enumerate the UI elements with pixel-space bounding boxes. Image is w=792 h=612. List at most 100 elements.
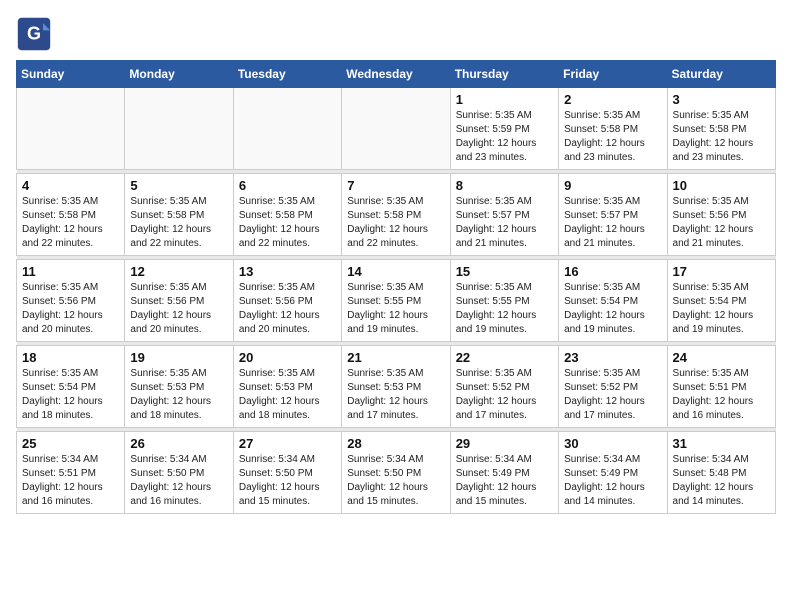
calendar-day-cell: 19 Sunrise: 5:35 AMSunset: 5:53 PMDayligh… [125, 346, 233, 428]
day-info: Sunrise: 5:34 AMSunset: 5:50 PMDaylight:… [130, 453, 227, 509]
day-number: 25 [22, 436, 119, 451]
day-number: 31 [673, 436, 770, 451]
col-header-thursday: Thursday [450, 61, 558, 88]
day-number: 18 [22, 350, 119, 365]
day-info: Sunrise: 5:35 AMSunset: 5:56 PMDaylight:… [22, 281, 119, 337]
calendar-day-cell: 10 Sunrise: 5:35 AMSunset: 5:56 PMDayligh… [667, 174, 775, 256]
day-info: Sunrise: 5:35 AMSunset: 5:51 PMDaylight:… [673, 367, 770, 423]
calendar-day-cell: 26Sunrise: 5:34 AMSunset: 5:50 PMDayligh… [125, 432, 233, 514]
day-number: 28 [347, 436, 444, 451]
day-info: Sunrise: 5:35 AMSunset: 5:56 PMDaylight:… [130, 281, 227, 337]
calendar-day-cell: 9Sunrise: 5:35 AMSunset: 5:57 PMDaylight… [559, 174, 667, 256]
day-info: Sunrise: 5:35 AMSunset: 5:53 PMDaylight:… [130, 367, 227, 423]
day-number: 29 [456, 436, 553, 451]
day-number: 30 [564, 436, 661, 451]
day-number: 6 [239, 178, 336, 193]
calendar-day-cell: 13 Sunrise: 5:35 AMSunset: 5:56 PMDayligh… [233, 260, 341, 342]
day-number: 16 [564, 264, 661, 279]
calendar-day-cell: 30 Sunrise: 5:34 AMSunset: 5:49 PMDayligh… [559, 432, 667, 514]
day-number: 23 [564, 350, 661, 365]
day-info: Sunrise: 5:35 AMSunset: 5:58 PMDaylight:… [130, 195, 227, 251]
calendar-week-row: 18 Sunrise: 5:35 AMSunset: 5:54 PMDayligh… [17, 346, 776, 428]
day-info: Sunrise: 5:35 AMSunset: 5:54 PMDaylight:… [22, 367, 119, 423]
day-number: 4 [22, 178, 119, 193]
day-info: Sunrise: 5:34 AMSunset: 5:51 PMDaylight:… [22, 453, 119, 509]
day-info: Sunrise: 5:35 AMSunset: 5:57 PMDaylight:… [456, 195, 553, 251]
calendar-week-row: 1Sunrise: 5:35 AMSunset: 5:59 PMDaylight… [17, 88, 776, 170]
calendar-day-cell: 15 Sunrise: 5:35 AMSunset: 5:55 PMDayligh… [450, 260, 558, 342]
day-info: Sunrise: 5:34 AMSunset: 5:48 PMDaylight:… [673, 453, 770, 509]
day-number: 12 [130, 264, 227, 279]
calendar-day-cell: 16 Sunrise: 5:35 AMSunset: 5:54 PMDayligh… [559, 260, 667, 342]
day-number: 14 [347, 264, 444, 279]
calendar-day-cell: 1Sunrise: 5:35 AMSunset: 5:59 PMDaylight… [450, 88, 558, 170]
col-header-tuesday: Tuesday [233, 61, 341, 88]
day-number: 17 [673, 264, 770, 279]
day-number: 13 [239, 264, 336, 279]
calendar-day-cell: 21Sunrise: 5:35 AMSunset: 5:53 PMDayligh… [342, 346, 450, 428]
day-info: Sunrise: 5:35 AMSunset: 5:54 PMDaylight:… [673, 281, 770, 337]
day-info: Sunrise: 5:35 AMSunset: 5:58 PMDaylight:… [22, 195, 119, 251]
day-info: Sunrise: 5:35 AMSunset: 5:58 PMDaylight:… [347, 195, 444, 251]
calendar-day-cell: 31 Sunrise: 5:34 AMSunset: 5:48 PMDayligh… [667, 432, 775, 514]
calendar-day-cell [125, 88, 233, 170]
calendar-day-cell: 17 Sunrise: 5:35 AMSunset: 5:54 PMDayligh… [667, 260, 775, 342]
day-info: Sunrise: 5:35 AMSunset: 5:58 PMDaylight:… [564, 109, 661, 165]
calendar-day-cell [233, 88, 341, 170]
calendar-day-cell: 4 Sunrise: 5:35 AMSunset: 5:58 PMDaylight… [17, 174, 125, 256]
calendar-header-row: SundayMondayTuesdayWednesdayThursdayFrid… [17, 61, 776, 88]
day-number: 24 [673, 350, 770, 365]
calendar-week-row: 4 Sunrise: 5:35 AMSunset: 5:58 PMDaylight… [17, 174, 776, 256]
calendar-day-cell: 8 Sunrise: 5:35 AMSunset: 5:57 PMDaylight… [450, 174, 558, 256]
col-header-friday: Friday [559, 61, 667, 88]
day-info: Sunrise: 5:35 AMSunset: 5:56 PMDaylight:… [673, 195, 770, 251]
calendar-day-cell: 14 Sunrise: 5:35 AMSunset: 5:55 PMDayligh… [342, 260, 450, 342]
calendar-day-cell: 5 Sunrise: 5:35 AMSunset: 5:58 PMDaylight… [125, 174, 233, 256]
day-info: Sunrise: 5:35 AMSunset: 5:55 PMDaylight:… [456, 281, 553, 337]
day-number: 2 [564, 92, 661, 107]
col-header-sunday: Sunday [17, 61, 125, 88]
day-info: Sunrise: 5:35 AMSunset: 5:53 PMDaylight:… [239, 367, 336, 423]
day-number: 19 [130, 350, 227, 365]
day-number: 10 [673, 178, 770, 193]
calendar-day-cell: 20 Sunrise: 5:35 AMSunset: 5:53 PMDayligh… [233, 346, 341, 428]
calendar-day-cell [342, 88, 450, 170]
calendar-day-cell: 7 Sunrise: 5:35 AMSunset: 5:58 PMDaylight… [342, 174, 450, 256]
page-header: G [16, 16, 776, 52]
calendar-table: SundayMondayTuesdayWednesdayThursdayFrid… [16, 60, 776, 514]
day-number: 21 [347, 350, 444, 365]
logo: G [16, 16, 56, 52]
day-info: Sunrise: 5:35 AMSunset: 5:58 PMDaylight:… [239, 195, 336, 251]
day-number: 5 [130, 178, 227, 193]
day-info: Sunrise: 5:35 AMSunset: 5:55 PMDaylight:… [347, 281, 444, 337]
day-info: Sunrise: 5:34 AMSunset: 5:49 PMDaylight:… [564, 453, 661, 509]
calendar-day-cell: 18 Sunrise: 5:35 AMSunset: 5:54 PMDayligh… [17, 346, 125, 428]
day-number: 22 [456, 350, 553, 365]
calendar-day-cell: 28Sunrise: 5:34 AMSunset: 5:50 PMDayligh… [342, 432, 450, 514]
day-number: 27 [239, 436, 336, 451]
logo-icon: G [16, 16, 52, 52]
day-info: Sunrise: 5:35 AMSunset: 5:52 PMDaylight:… [456, 367, 553, 423]
day-info: Sunrise: 5:34 AMSunset: 5:49 PMDaylight:… [456, 453, 553, 509]
day-info: Sunrise: 5:35 AMSunset: 5:57 PMDaylight:… [564, 195, 661, 251]
calendar-day-cell: 6 Sunrise: 5:35 AMSunset: 5:58 PMDaylight… [233, 174, 341, 256]
day-info: Sunrise: 5:35 AMSunset: 5:56 PMDaylight:… [239, 281, 336, 337]
calendar-day-cell: 24 Sunrise: 5:35 AMSunset: 5:51 PMDayligh… [667, 346, 775, 428]
day-number: 7 [347, 178, 444, 193]
col-header-wednesday: Wednesday [342, 61, 450, 88]
day-number: 15 [456, 264, 553, 279]
svg-text:G: G [27, 23, 41, 43]
day-number: 8 [456, 178, 553, 193]
day-info: Sunrise: 5:35 AMSunset: 5:52 PMDaylight:… [564, 367, 661, 423]
calendar-week-row: 11Sunrise: 5:35 AMSunset: 5:56 PMDayligh… [17, 260, 776, 342]
day-info: Sunrise: 5:35 AMSunset: 5:58 PMDaylight:… [673, 109, 770, 165]
day-number: 3 [673, 92, 770, 107]
calendar-day-cell: 23 Sunrise: 5:35 AMSunset: 5:52 PMDayligh… [559, 346, 667, 428]
day-info: Sunrise: 5:35 AMSunset: 5:54 PMDaylight:… [564, 281, 661, 337]
day-number: 1 [456, 92, 553, 107]
day-info: Sunrise: 5:34 AMSunset: 5:50 PMDaylight:… [239, 453, 336, 509]
day-number: 20 [239, 350, 336, 365]
calendar-day-cell: 29 Sunrise: 5:34 AMSunset: 5:49 PMDayligh… [450, 432, 558, 514]
calendar-day-cell: 3 Sunrise: 5:35 AMSunset: 5:58 PMDaylight… [667, 88, 775, 170]
calendar-day-cell: 22 Sunrise: 5:35 AMSunset: 5:52 PMDayligh… [450, 346, 558, 428]
